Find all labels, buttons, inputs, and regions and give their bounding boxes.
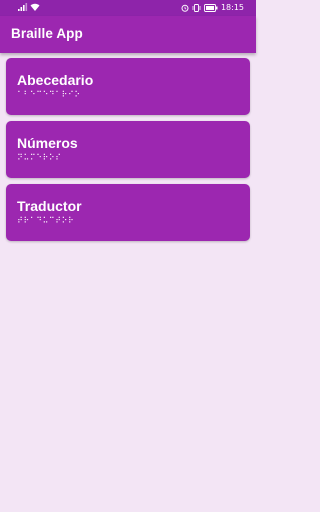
alarm-icon (181, 4, 189, 12)
card-numeros[interactable]: Números ⠝⠥⠍⠑⠗⠕⠎ (6, 121, 250, 178)
status-time: 18:15 (220, 3, 244, 12)
signal-icon (18, 3, 28, 11)
wifi-icon (30, 3, 40, 11)
card-abecedario[interactable]: Abecedario ⠁⠃⠑⠉⠑⠙⠁⠗⠊⠕ (6, 58, 250, 115)
app-title: Braille App (11, 26, 83, 41)
status-bar: 18:15 (0, 0, 256, 16)
card-title: Abecedario (17, 72, 94, 88)
card-traductor[interactable]: Traductor ⠞⠗⠁⠙⠥⠉⠞⠕⠗ (6, 184, 250, 241)
status-right: 18:15 (181, 3, 244, 13)
status-left (18, 3, 40, 11)
card-list: Abecedario ⠁⠃⠑⠉⠑⠙⠁⠗⠊⠕ Números ⠝⠥⠍⠑⠗⠕⠎ Tr… (6, 58, 250, 247)
battery-icon (203, 4, 218, 12)
card-title: Traductor (17, 198, 82, 214)
vibrate-icon (192, 4, 201, 12)
app-bar: Braille App (0, 16, 256, 53)
card-title: Números (17, 135, 78, 151)
card-braille-text: ⠝⠥⠍⠑⠗⠕⠎ (17, 153, 62, 162)
card-braille-text: ⠁⠃⠑⠉⠑⠙⠁⠗⠊⠕ (17, 90, 81, 99)
card-braille-text: ⠞⠗⠁⠙⠥⠉⠞⠕⠗ (17, 216, 75, 225)
